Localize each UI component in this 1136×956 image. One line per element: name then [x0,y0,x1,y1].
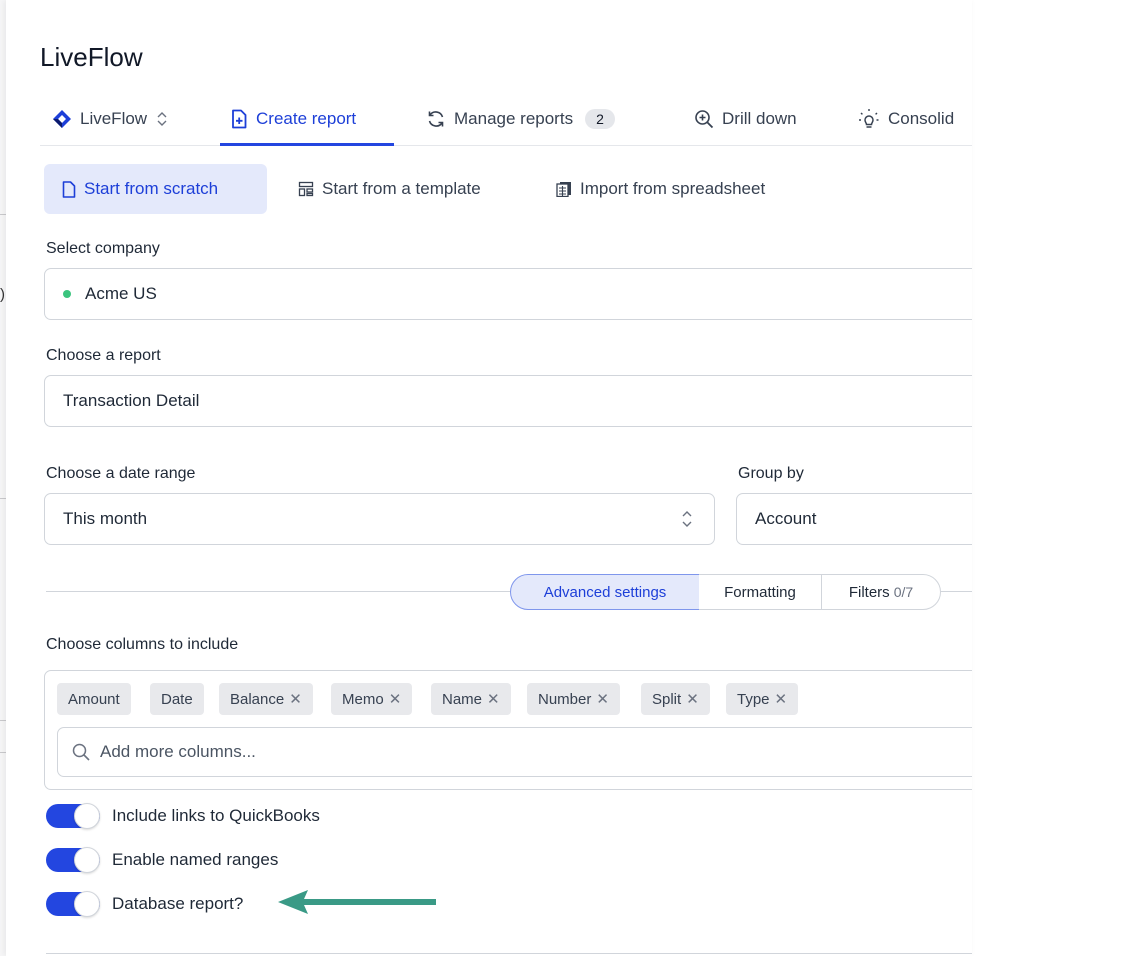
close-icon[interactable]: ✕ [389,690,402,708]
report-label: Choose a report [46,347,161,364]
app-title: LiveFlow [40,42,143,72]
tab-label: Formatting [724,583,796,601]
date-range-label: Choose a date range [46,465,196,482]
toggle-row-database-report: Database report? [46,890,243,918]
chip-label: Type [737,690,770,708]
database-report-toggle[interactable] [46,891,100,917]
report-select[interactable]: Transaction Detail [44,375,972,427]
tab-label: Import from spreadsheet [580,179,766,198]
nav-item-label: LiveFlow [80,109,148,128]
column-chip-name[interactable]: Name ✕ [431,683,511,715]
chip-label: Split [652,690,682,708]
nav-item-manage-reports[interactable]: Manage reports 2 [426,100,615,138]
column-chip-type[interactable]: Type ✕ [726,683,799,715]
columns-label: Choose columns to include [46,636,239,653]
toggle-knob [74,891,100,917]
nav-item-consolidate[interactable]: Consolid [858,100,954,138]
section-divider [46,953,972,954]
column-chip-split[interactable]: Split ✕ [641,683,710,715]
chip-label: Name [442,690,483,708]
tab-start-from-template[interactable]: Start from a template [280,164,499,214]
toggle-row-quickbooks-links: Include links to QuickBooks [46,802,320,830]
chip-label: Date [161,690,193,708]
company-value: Acme US [85,284,157,303]
column-chip-date[interactable]: Date [150,683,204,715]
quickbooks-links-toggle[interactable] [46,803,100,829]
tab-formatting[interactable]: Formatting [699,574,822,610]
chip-label: Balance [230,690,285,708]
nav-item-drill-down[interactable]: Drill down [694,100,797,138]
nav-item-label: Drill down [722,109,797,128]
close-icon[interactable]: ✕ [596,690,609,708]
chip-label: Memo [342,690,384,708]
column-chip-number[interactable]: Number ✕ [527,683,620,715]
tab-filters[interactable]: Filters 0/7 [821,574,941,610]
column-chip-memo[interactable]: Memo ✕ [331,683,413,715]
chevron-up-down-icon [157,112,167,126]
company-select[interactable]: Acme US [44,268,972,320]
toggle-label: Database report? [112,894,244,913]
tab-start-from-scratch[interactable]: Start from scratch [44,164,267,214]
chip-label: Amount [68,690,120,708]
close-icon[interactable]: ✕ [289,690,302,708]
date-range-select[interactable]: This month [44,493,715,545]
background-sheet-char: ) [0,286,5,303]
tab-import-from-spreadsheet[interactable]: Import from spreadsheet [538,164,783,214]
add-columns-input[interactable] [100,742,700,762]
group-by-label: Group by [738,465,804,482]
tab-advanced-settings[interactable]: Advanced settings [510,574,700,610]
tab-label: Filters [848,583,890,601]
nav-item-create-report[interactable]: Create report [230,100,356,138]
template-icon [298,181,314,197]
close-icon[interactable]: ✕ [775,690,788,708]
add-columns-search[interactable] [57,727,972,777]
active-tab-indicator [220,143,394,146]
tab-label: Start from a template [322,179,481,198]
named-ranges-toggle[interactable] [46,847,100,873]
nav-item-liveflow[interactable]: LiveFlow [52,100,169,138]
company-status-dot [63,290,71,298]
refresh-icon [428,111,444,127]
file-icon [62,180,76,198]
toggle-row-named-ranges: Enable named ranges [46,846,278,874]
filters-count: 0/7 [893,584,914,600]
close-icon[interactable]: ✕ [487,690,500,708]
group-by-select[interactable]: Account [736,493,972,545]
tab-label: Advanced settings [543,583,667,601]
lightbulb-icon [859,109,879,128]
chip-label: Number [538,690,592,708]
liveflow-logo-icon [53,110,71,128]
toggle-knob [74,803,100,829]
report-value: Transaction Detail [63,391,200,410]
zoom-in-icon [695,110,714,129]
nav-item-label: Manage reports [454,109,574,128]
spreadsheet-icon [556,182,571,197]
search-icon [72,743,90,761]
tab-label: Start from scratch [84,179,219,198]
group-by-value: Account [755,509,817,528]
column-chip-amount[interactable]: Amount [57,683,131,715]
chevron-up-down-icon [682,511,692,527]
company-label: Select company [46,240,160,257]
column-chip-balance[interactable]: Balance ✕ [219,683,313,715]
date-range-value: This month [63,509,148,528]
close-icon[interactable]: ✕ [686,690,699,708]
annotation-arrow-icon [278,890,436,914]
create-report-panel: LiveFlow LiveFlow Create report Manage r… [6,0,972,956]
nav-item-label: Create report [256,109,357,128]
toggle-label: Include links to QuickBooks [112,806,320,825]
toggle-knob [74,847,100,873]
toggle-label: Enable named ranges [112,850,279,869]
plus-file-icon [232,109,247,129]
count-badge: 2 [585,109,615,129]
nav-item-label: Consolid [888,109,955,128]
columns-selector: Amount Date Balance ✕ Memo ✕ Name ✕ Numb… [44,670,972,790]
top-nav: LiveFlow Create report Manage reports 2 [40,96,972,146]
